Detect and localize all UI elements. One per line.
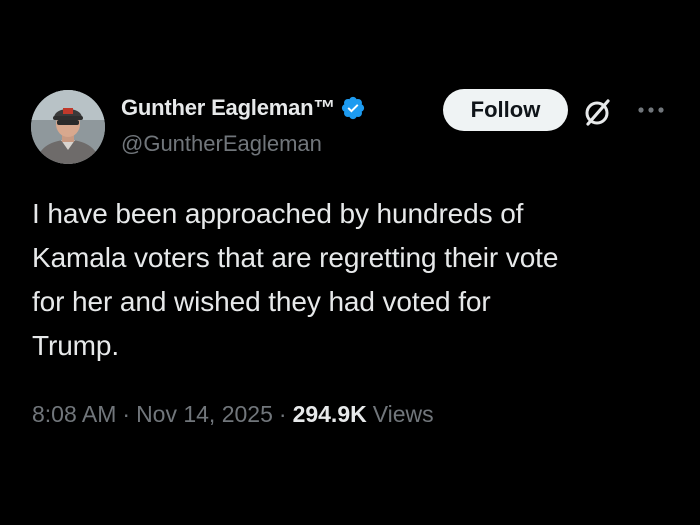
follow-button[interactable]: Follow bbox=[443, 89, 568, 131]
grok-icon[interactable] bbox=[580, 94, 616, 130]
author-display-name[interactable]: Gunther Eagleman™ bbox=[121, 95, 335, 121]
avatar-photo bbox=[31, 90, 105, 164]
meta-separator: · bbox=[278, 400, 287, 427]
author-handle[interactable]: @GuntherEagleman bbox=[121, 131, 322, 157]
tweet-text: I have been approached by hundreds of Ka… bbox=[32, 198, 559, 361]
views-label: Views bbox=[372, 400, 434, 427]
tweet-meta: 8:08 AM · Nov 14, 2025 · 294.9K Views bbox=[32, 398, 434, 430]
author-name-row: Gunther Eagleman™ bbox=[121, 93, 366, 123]
ellipsis-icon[interactable] bbox=[636, 98, 666, 122]
tweet-date[interactable]: Nov 14, 2025 bbox=[136, 401, 273, 428]
meta-separator: · bbox=[122, 400, 131, 427]
tweet-time[interactable]: 8:08 AM bbox=[32, 401, 116, 428]
avatar[interactable] bbox=[31, 90, 105, 164]
tweet-card: Gunther Eagleman™ @GuntherEagleman Follo… bbox=[0, 0, 700, 525]
views-count[interactable]: 294.9K bbox=[293, 401, 367, 428]
verified-badge-icon[interactable] bbox=[340, 95, 366, 121]
